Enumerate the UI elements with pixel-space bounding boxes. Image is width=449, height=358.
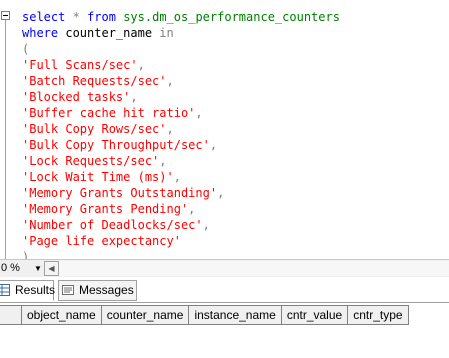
- code-token: ,: [130, 90, 138, 104]
- code-token: ,: [202, 218, 210, 232]
- code-token: 'Batch Requests/sec': [22, 74, 167, 88]
- column-header-counter-name[interactable]: counter_name: [101, 305, 190, 325]
- code-token: counter_name: [58, 26, 160, 40]
- code-token: ,: [173, 170, 181, 184]
- code-token: ,: [209, 138, 218, 152]
- code-token: where: [22, 26, 59, 40]
- code-token: 'Memory Grants Outstanding': [22, 186, 218, 200]
- query-editor[interactable]: select * from sys.dm_os_performance_coun…: [0, 0, 449, 259]
- code-line[interactable]: 'Lock Wait Time (ms)',: [22, 169, 340, 185]
- code-token: from: [87, 10, 116, 24]
- code-token: select: [22, 10, 66, 24]
- zoom-bar: 0 % ▼ ◀: [0, 259, 449, 277]
- horizontal-scrollbar[interactable]: [59, 261, 449, 276]
- code-line[interactable]: 'Full Scans/sec',: [22, 57, 340, 73]
- zoom-level[interactable]: 0 %: [1, 262, 20, 274]
- column-header-object-name[interactable]: object_name: [22, 305, 102, 325]
- code-line[interactable]: (: [22, 41, 340, 57]
- code-line[interactable]: 'Blocked tasks',: [22, 89, 340, 105]
- collapse-outline-icon[interactable]: [1, 11, 10, 20]
- code-token: 'Page life expectancy': [22, 234, 181, 248]
- code-token: *: [72, 10, 80, 24]
- grid-corner-cell[interactable]: [0, 305, 22, 325]
- code-token: (: [22, 42, 30, 56]
- code-token: ): [22, 250, 30, 259]
- outline-fold-line: [5, 20, 6, 259]
- column-header-cntr-type[interactable]: cntr_type: [348, 305, 409, 325]
- code-line[interactable]: 'Memory Grants Outstanding',: [22, 185, 340, 201]
- code-token: ,: [217, 186, 225, 200]
- column-header-instance-name[interactable]: instance_name: [189, 305, 282, 325]
- sql-code[interactable]: select * from sys.dm_os_performance_coun…: [22, 9, 340, 259]
- tab-results-label: Results: [15, 283, 56, 297]
- code-token: ,: [166, 74, 174, 88]
- scroll-left-icon[interactable]: ◀: [44, 261, 59, 276]
- code-line[interactable]: 'Number of Deadlocks/sec',: [22, 217, 340, 233]
- code-line[interactable]: where counter_name in: [22, 25, 340, 41]
- code-token: 'Full Scans/sec': [22, 58, 138, 72]
- code-token: 'Buffer cache hit ratio': [22, 106, 196, 120]
- messages-icon: [62, 285, 74, 295]
- tab-messages-label: Messages: [79, 283, 134, 297]
- code-line[interactable]: 'Page life expectancy': [22, 233, 340, 249]
- code-line[interactable]: 'Buffer cache hit ratio',: [22, 105, 340, 121]
- code-token: ,: [188, 202, 196, 216]
- code-token: in: [159, 26, 174, 40]
- code-token: 'Bulk Copy Throughput/sec': [22, 138, 210, 152]
- code-line[interactable]: 'Memory Grants Pending',: [22, 201, 340, 217]
- zoom-dropdown-icon[interactable]: ▼: [34, 264, 42, 273]
- code-token: 'Number of Deadlocks/sec': [22, 218, 203, 232]
- code-token: ,: [166, 122, 174, 136]
- code-token: 'Blocked tasks': [22, 90, 131, 104]
- tab-results[interactable]: Results: [0, 280, 56, 301]
- code-token: ,: [195, 106, 203, 120]
- code-token: 'Lock Requests/sec': [22, 154, 160, 168]
- grid-header-row: object_name counter_name instance_name c…: [0, 305, 409, 325]
- grid-icon: [0, 284, 10, 296]
- code-line[interactable]: 'Batch Requests/sec',: [22, 73, 340, 89]
- code-line[interactable]: ): [22, 249, 340, 259]
- code-line[interactable]: select * from sys.dm_os_performance_coun…: [22, 9, 340, 25]
- code-line[interactable]: 'Bulk Copy Throughput/sec',: [22, 137, 340, 153]
- results-grid[interactable]: object_name counter_name instance_name c…: [0, 303, 449, 358]
- code-token: 'Memory Grants Pending': [22, 202, 189, 216]
- tab-messages[interactable]: Messages: [58, 280, 137, 301]
- code-token: sys.dm_os_performance_counters: [123, 10, 340, 24]
- code-line[interactable]: 'Bulk Copy Rows/sec',: [22, 121, 340, 137]
- code-token: ,: [137, 58, 145, 72]
- code-token: 'Lock Wait Time (ms)': [22, 170, 174, 184]
- code-token: ,: [159, 154, 167, 168]
- column-header-cntr-value[interactable]: cntr_value: [281, 305, 349, 325]
- code-line[interactable]: 'Lock Requests/sec',: [22, 153, 340, 169]
- code-token: 'Bulk Copy Rows/sec': [22, 122, 167, 136]
- results-tabs: Results Messages: [0, 277, 449, 303]
